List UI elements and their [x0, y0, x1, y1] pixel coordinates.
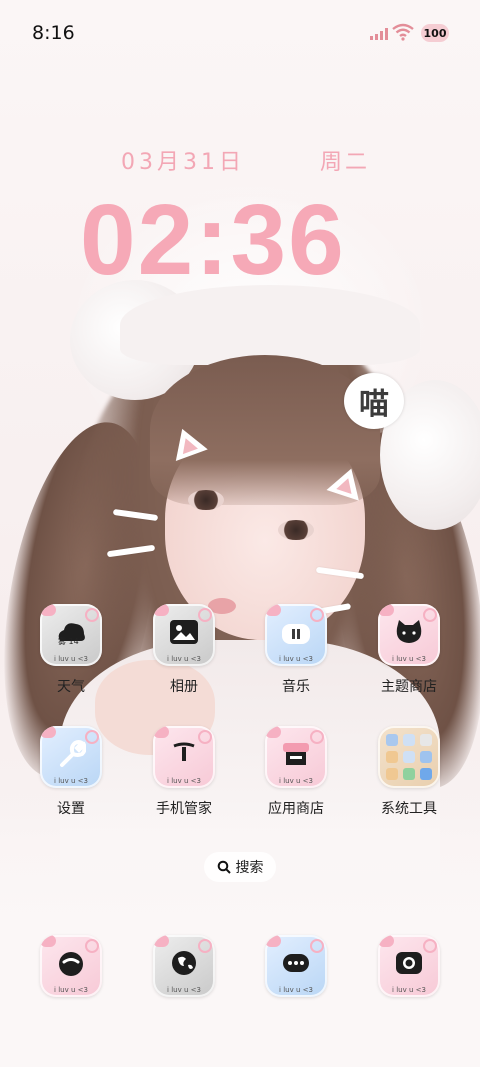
camera-icon[interactable]: i luv u <3: [378, 935, 440, 997]
lens-icon: [391, 947, 427, 979]
bow-sticker-icon: [40, 726, 56, 738]
app-label: 主题商店: [381, 679, 437, 695]
dock-phone[interactable]: i luv u <3: [21, 935, 121, 997]
icon-tag-text: i luv u <3: [279, 655, 313, 663]
shop-icon: [278, 738, 314, 770]
system-tools-folder-icon[interactable]: [378, 726, 440, 788]
app-label: 手机管家: [156, 801, 212, 817]
app-label: 系统工具: [381, 801, 437, 817]
app-weather[interactable]: 雾 14° i luv u <3 天气: [21, 604, 121, 696]
app-gallery[interactable]: i luv u <3 相册: [134, 604, 234, 696]
weather-reading: 雾 14°: [58, 637, 83, 646]
status-bar: 8:16 100: [0, 0, 480, 68]
app-label: 音乐: [282, 679, 310, 695]
picture-icon: [166, 616, 202, 648]
folder-preview-icon: [386, 734, 432, 780]
app-label: 设置: [57, 801, 85, 817]
icon-tag-text: i luv u <3: [54, 986, 88, 994]
icon-tag-text: i luv u <3: [167, 655, 201, 663]
status-time: 8:16: [32, 22, 75, 44]
bow-sticker-icon: [153, 726, 169, 738]
shield-icon: [166, 738, 202, 770]
theme-store-app-icon[interactable]: i luv u <3: [378, 604, 440, 666]
wallpaper-fade: [0, 800, 480, 1067]
search-label: 搜索: [235, 860, 264, 876]
icon-tag-text: i luv u <3: [54, 777, 88, 785]
app-label: 应用商店: [268, 801, 324, 817]
icon-tag-text: i luv u <3: [54, 655, 88, 663]
app-settings[interactable]: i luv u <3 设置: [21, 726, 121, 818]
dock-messages[interactable]: i luv u <3: [246, 935, 346, 997]
clock-weekday[interactable]: 周二: [320, 144, 370, 176]
messages-icon[interactable]: i luv u <3: [265, 935, 327, 997]
app-theme-store[interactable]: i luv u <3 主题商店: [359, 604, 459, 696]
icon-tag-text: i luv u <3: [167, 986, 201, 994]
dock-camera[interactable]: i luv u <3: [359, 935, 459, 997]
chat-bubble-icon: [278, 947, 314, 979]
wifi-icon: [392, 23, 414, 41]
clock-date[interactable]: 03月31日: [121, 144, 245, 176]
bow-sticker-icon: [378, 935, 394, 947]
wallpaper-eye-right: [278, 520, 314, 540]
signal-icon: [370, 28, 388, 40]
bow-sticker-icon: [40, 935, 56, 947]
search-icon: [217, 860, 231, 874]
bow-sticker-icon: [265, 604, 281, 616]
wrench-icon: [53, 738, 89, 770]
phone-manager-app-icon[interactable]: i luv u <3: [153, 726, 215, 788]
gallery-app-icon[interactable]: i luv u <3: [153, 604, 215, 666]
icon-tag-text: i luv u <3: [279, 777, 313, 785]
bow-sticker-icon: [153, 604, 169, 616]
handset-icon: [53, 947, 89, 979]
icon-tag-text: i luv u <3: [279, 986, 313, 994]
cat-face-icon: [391, 616, 427, 648]
settings-app-icon[interactable]: i luv u <3: [40, 726, 102, 788]
folder-system-tools[interactable]: 系统工具: [359, 726, 459, 818]
app-label: 相册: [170, 679, 198, 695]
app-store-app-icon[interactable]: i luv u <3: [265, 726, 327, 788]
phone-icon[interactable]: i luv u <3: [40, 935, 102, 997]
dock-browser[interactable]: i luv u <3: [134, 935, 234, 997]
bow-sticker-icon: [153, 935, 169, 947]
app-app-store[interactable]: i luv u <3 应用商店: [246, 726, 346, 818]
icon-tag-text: i luv u <3: [392, 986, 426, 994]
meow-speech-bubble: 喵: [344, 373, 404, 429]
weather-app-icon[interactable]: 雾 14° i luv u <3: [40, 604, 102, 666]
icon-tag-text: i luv u <3: [167, 777, 201, 785]
music-icon: [278, 616, 314, 648]
bow-sticker-icon: [265, 935, 281, 947]
app-label: 天气: [57, 679, 85, 695]
bow-sticker-icon: [40, 604, 56, 616]
wallpaper-eye-left: [188, 490, 224, 510]
app-phone-manager[interactable]: i luv u <3 手机管家: [134, 726, 234, 818]
search-button[interactable]: 搜索: [204, 852, 276, 882]
music-app-icon[interactable]: i luv u <3: [265, 604, 327, 666]
clock-time[interactable]: 02:36: [80, 180, 410, 300]
globe-icon: [166, 947, 202, 979]
bow-sticker-icon: [378, 604, 394, 616]
icon-tag-text: i luv u <3: [392, 655, 426, 663]
browser-icon[interactable]: i luv u <3: [153, 935, 215, 997]
app-music[interactable]: i luv u <3 音乐: [246, 604, 346, 696]
bow-sticker-icon: [265, 726, 281, 738]
battery-indicator: 100: [421, 24, 449, 42]
